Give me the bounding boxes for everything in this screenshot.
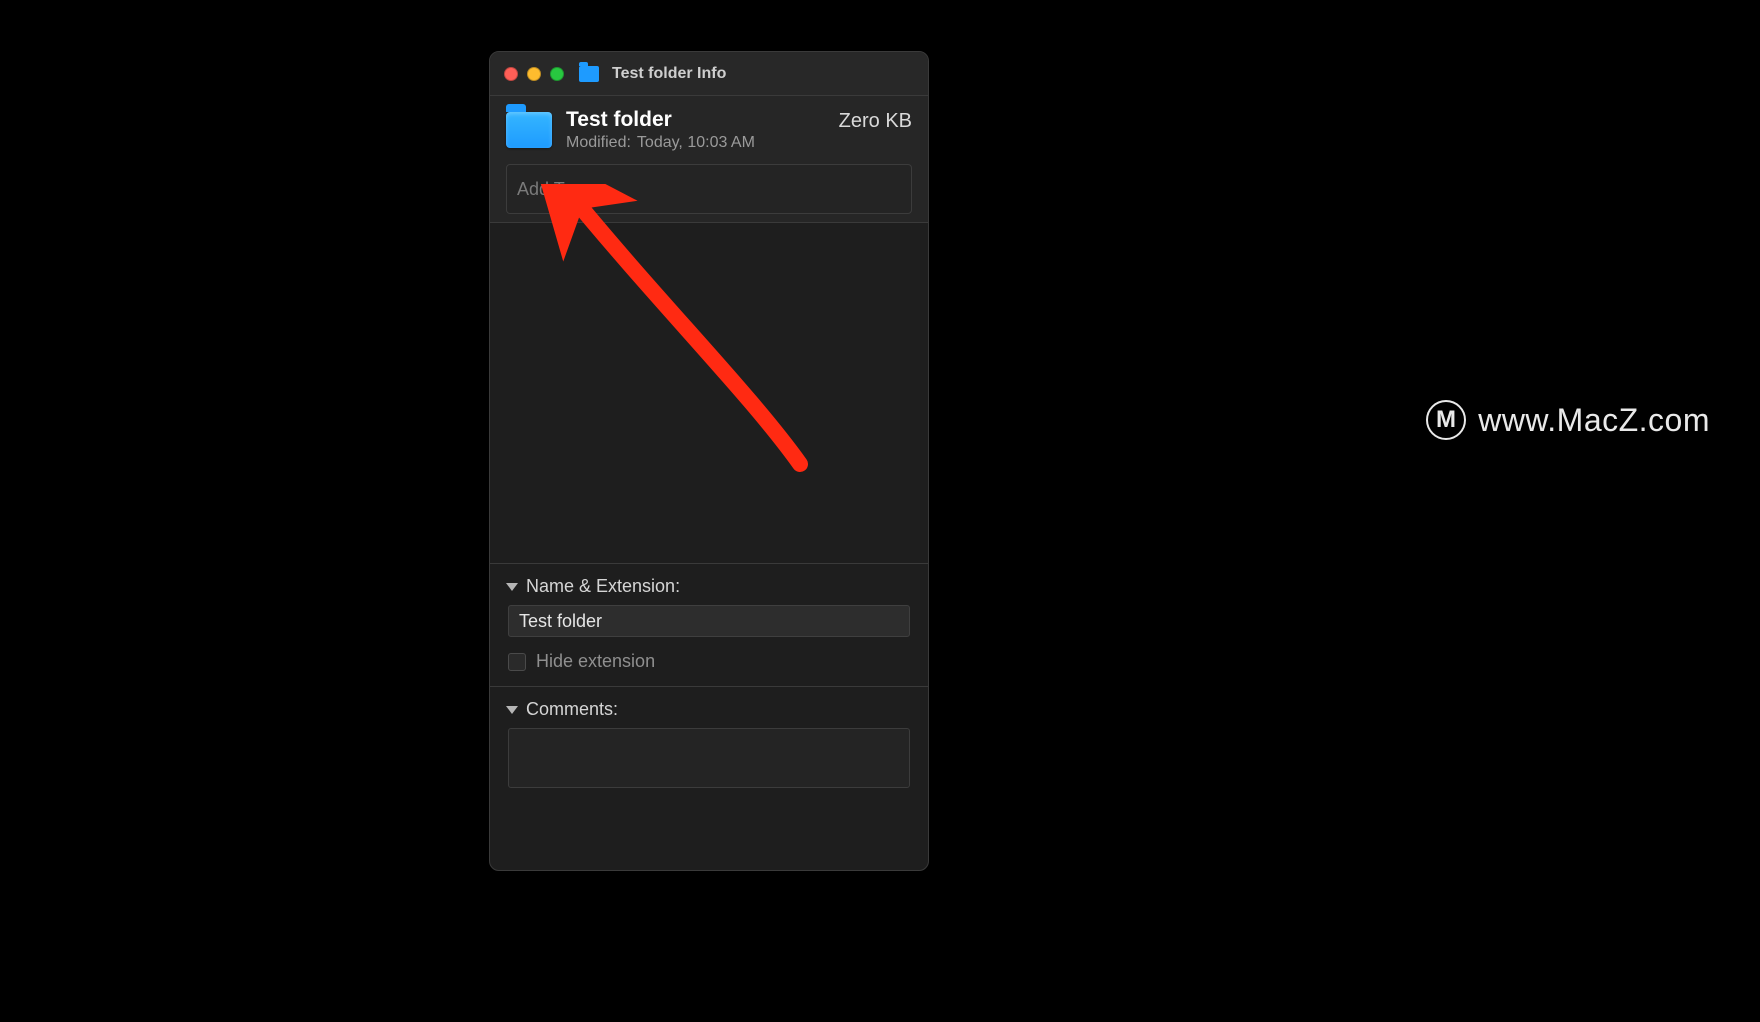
titlebar: Test folder Info	[490, 52, 928, 96]
section-title: Comments:	[526, 699, 618, 720]
get-info-window: Test folder Info Test folder Modified: To…	[489, 51, 929, 871]
section-header-comments[interactable]: Comments:	[490, 687, 928, 724]
desktop: Test folder Info Test folder Modified: To…	[0, 0, 1760, 1022]
maximize-button[interactable]	[550, 67, 564, 81]
watermark-text: www.MacZ.com	[1478, 402, 1710, 439]
section-comments: Comments:	[490, 686, 928, 807]
minimize-button[interactable]	[527, 67, 541, 81]
hide-extension-checkbox[interactable]	[508, 653, 526, 671]
folder-icon	[579, 66, 599, 82]
blank-area	[490, 223, 928, 563]
watermark-logo-icon: M	[1426, 400, 1466, 440]
section-title: Name & Extension:	[526, 576, 680, 597]
chevron-down-icon	[506, 583, 518, 591]
item-size: Zero KB	[839, 110, 912, 133]
name-extension-input[interactable]	[508, 605, 910, 637]
section-name-extension: Name & Extension: Hide extension	[490, 563, 928, 686]
item-name: Test folder	[566, 108, 825, 132]
section-header-name-extension[interactable]: Name & Extension:	[490, 564, 928, 601]
hide-extension-label: Hide extension	[536, 651, 655, 672]
hide-extension-row[interactable]: Hide extension	[508, 651, 910, 672]
watermark: M www.MacZ.com	[1426, 400, 1710, 440]
window-controls	[504, 67, 564, 81]
window-title: Test folder Info	[612, 65, 726, 83]
modified-value: Today, 10:03 AM	[637, 134, 755, 151]
folder-icon	[506, 112, 552, 148]
close-button[interactable]	[504, 67, 518, 81]
modified-label: Modified:	[566, 134, 631, 151]
comments-textarea[interactable]	[508, 728, 910, 788]
modified-row: Modified: Today, 10:03 AM	[566, 134, 825, 152]
tags-input[interactable]	[506, 164, 912, 214]
chevron-down-icon	[506, 706, 518, 714]
info-header: Test folder Modified: Today, 10:03 AM Zer…	[490, 96, 928, 223]
